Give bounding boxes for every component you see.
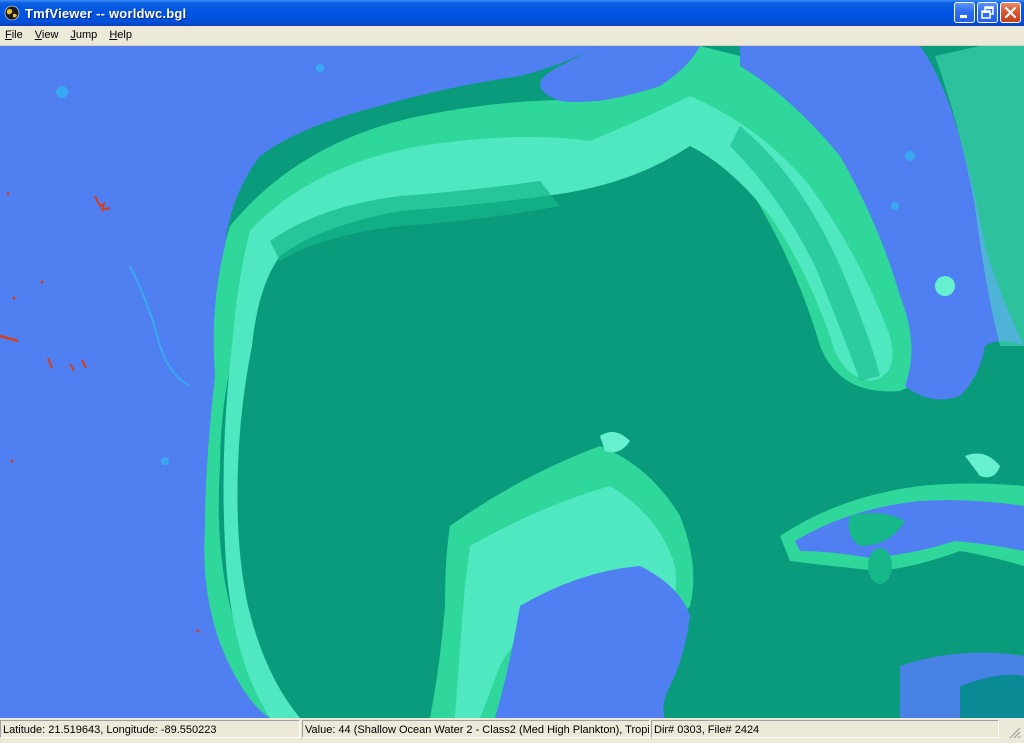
app-window: TmfViewer -- worldwc.bgl File View Jump … <box>0 0 1024 742</box>
close-icon <box>1004 6 1017 19</box>
minimize-icon <box>960 15 967 18</box>
menu-help[interactable]: Help <box>103 27 138 44</box>
menu-file[interactable]: File <box>0 27 29 44</box>
gulf-of-mexico-map <box>0 46 1024 718</box>
status-value: Value: 44 (Shallow Ocean Water 2 - Class… <box>302 720 650 738</box>
map-canvas[interactable] <box>0 46 1024 718</box>
window-controls <box>954 2 1021 23</box>
minimize-button[interactable] <box>954 2 975 23</box>
menu-bar: File View Jump Help <box>0 26 1024 46</box>
status-file: Dir# 0303, File# 2424 <box>651 720 999 738</box>
restore-icon <box>981 6 994 19</box>
menu-view[interactable]: View <box>29 27 65 44</box>
menu-jump[interactable]: Jump <box>64 27 103 44</box>
app-globe-icon <box>4 5 20 21</box>
window-title: TmfViewer -- worldwc.bgl <box>25 5 187 21</box>
status-coords: Latitude: 21.519643, Longitude: -89.5502… <box>0 720 300 738</box>
close-button[interactable] <box>1000 2 1021 23</box>
restore-button[interactable] <box>977 2 998 23</box>
resize-grip-icon[interactable] <box>1008 726 1022 740</box>
status-bar: Latitude: 21.519643, Longitude: -89.5502… <box>0 718 1024 742</box>
title-bar[interactable]: TmfViewer -- worldwc.bgl <box>0 0 1024 26</box>
